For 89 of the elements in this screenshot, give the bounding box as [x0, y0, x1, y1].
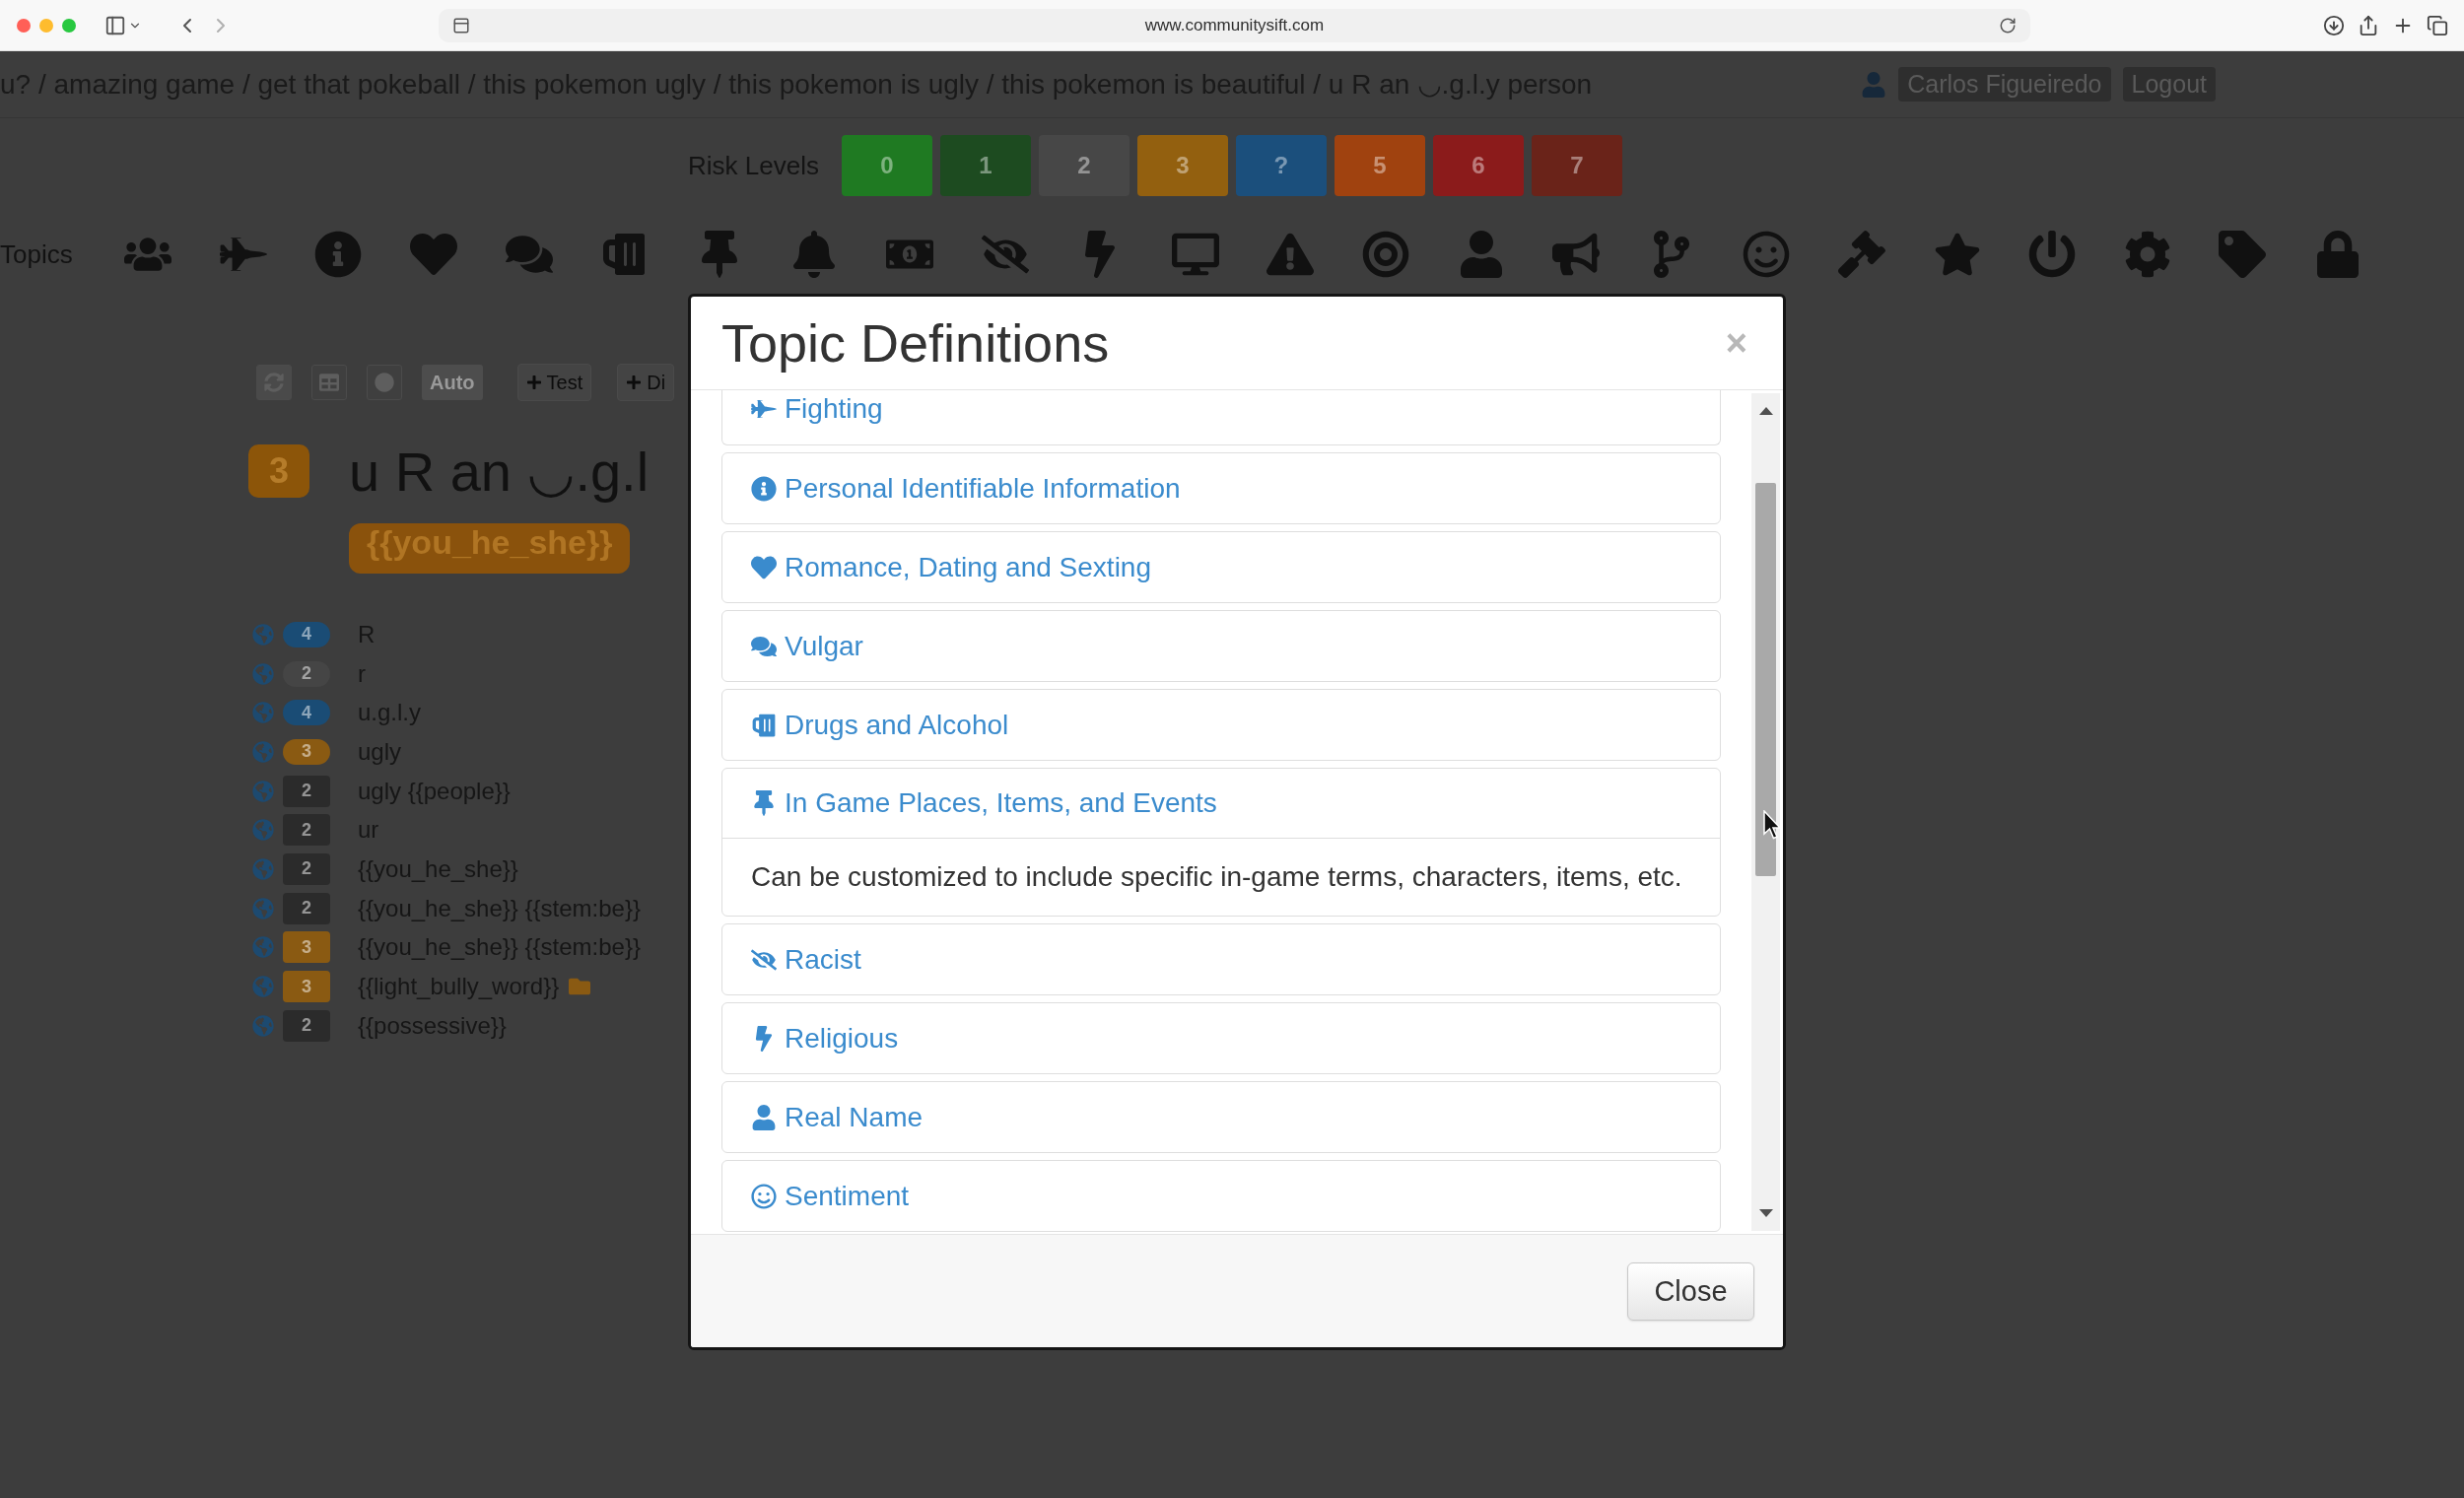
plus-icon	[626, 374, 643, 390]
close-button[interactable]: ×	[1721, 324, 1751, 362]
topic-link[interactable]: Racist	[751, 943, 861, 976]
risk-badge: 2	[283, 1009, 330, 1042]
topic-link[interactable]: Romance, Dating and Sexting	[751, 551, 1151, 583]
circle-icon	[375, 373, 394, 392]
dialog-title: Topic Definitions	[721, 312, 1110, 374]
cursor-icon	[1763, 810, 1781, 840]
close-window-icon[interactable]	[17, 18, 31, 33]
address-bar[interactable]: www.communitysift.com	[439, 8, 2030, 42]
share-icon[interactable]	[2358, 14, 2379, 36]
risk-level-button[interactable]: 5	[1334, 135, 1425, 196]
topic-link[interactable]: Vulgar	[751, 630, 863, 662]
auto-button[interactable]: Auto	[422, 365, 483, 400]
globe-icon	[252, 780, 274, 802]
tabs-icon[interactable]	[2427, 14, 2448, 36]
globe-icon	[252, 819, 274, 842]
refresh-button[interactable]	[256, 365, 292, 400]
minimize-window-icon[interactable]	[39, 18, 53, 33]
user-icon	[751, 1104, 777, 1130]
reload-icon[interactable]	[1999, 16, 2017, 34]
gavel-icon[interactable]	[1838, 231, 1885, 278]
pin-icon	[751, 790, 777, 816]
sidebar-icon[interactable]	[104, 14, 126, 36]
risk-badge: 2	[283, 892, 330, 924]
scrollbar-thumb[interactable]	[1755, 483, 1776, 876]
topic-link[interactable]: Real Name	[751, 1101, 924, 1133]
risk-level-button[interactable]: 1	[939, 135, 1031, 196]
scrollbar[interactable]	[1751, 393, 1780, 1231]
risk-badge: 2	[283, 660, 330, 687]
scroll-up-icon[interactable]	[1758, 407, 1773, 415]
topic-link[interactable]: Sentiment	[751, 1180, 910, 1212]
globe-icon	[252, 740, 274, 763]
mug-icon	[751, 712, 777, 738]
smiley-icon[interactable]	[1743, 231, 1791, 278]
risk-badge: 4	[283, 621, 330, 647]
megaphone-icon[interactable]	[1552, 231, 1601, 278]
globe-icon	[252, 702, 274, 724]
topic-link[interactable]: In Game Places, Items, and Events	[751, 787, 1217, 819]
target-icon[interactable]	[1362, 231, 1409, 278]
globe-icon	[252, 1014, 274, 1037]
tag-icon[interactable]	[2219, 231, 2267, 278]
plus-icon	[525, 374, 542, 390]
info-icon	[751, 475, 777, 502]
risk-badge: 4	[283, 700, 330, 726]
add-button[interactable]: Test	[516, 364, 592, 401]
risk-level-button[interactable]: 3	[1136, 135, 1228, 196]
heart-icon[interactable]	[410, 231, 458, 278]
add-button[interactable]: Di	[617, 364, 675, 401]
circle-button[interactable]	[367, 365, 402, 400]
grid-button[interactable]	[311, 365, 347, 400]
page-icon[interactable]	[452, 16, 470, 34]
topic-link[interactable]: Drugs and Alcohol	[751, 709, 1009, 741]
globe-icon	[252, 662, 274, 685]
risk-badge: 2	[283, 852, 330, 885]
scroll-down-icon[interactable]	[1758, 1209, 1773, 1217]
globe-icon	[252, 623, 274, 646]
heart-icon	[751, 554, 777, 580]
globe-icon	[252, 936, 274, 959]
globe-icon	[252, 976, 274, 998]
risk-badge: 3	[283, 738, 330, 765]
topic-description: Can be customized to include specific in-game terms, characters, items, etc.	[750, 860, 1683, 894]
zoom-window-icon[interactable]	[62, 18, 76, 33]
grid-icon	[319, 373, 339, 392]
risk-badge: 3	[283, 931, 330, 964]
star-icon[interactable]	[1933, 231, 1981, 278]
risk-level-button[interactable]: 7	[1531, 135, 1622, 196]
settings-icon[interactable]	[2123, 231, 2171, 278]
warning-icon[interactable]	[1266, 231, 1315, 278]
monitor-icon[interactable]	[1171, 231, 1219, 278]
risk-level-button[interactable]: 2	[1038, 135, 1129, 196]
topic-link[interactable]: Religious	[751, 1022, 899, 1055]
globe-icon	[252, 857, 274, 880]
globe-icon	[252, 897, 274, 919]
risk-level-button[interactable]: 0	[841, 135, 932, 196]
url-text: www.communitysift.com	[1144, 15, 1325, 35]
topic-link[interactable]: Personal Identifiable Information	[751, 472, 1181, 505]
smiley-icon	[751, 1183, 777, 1209]
user-icon	[1861, 71, 1887, 98]
risk-badge: 2	[283, 814, 330, 847]
risk-level-button[interactable]: 6	[1432, 135, 1524, 196]
close-button[interactable]: Close	[1627, 1261, 1754, 1321]
download-icon[interactable]	[2323, 14, 2345, 36]
topic-link[interactable]: Fighting	[751, 393, 883, 425]
risk-badge: 2	[283, 775, 330, 807]
risk-level-button[interactable]: ?	[1235, 135, 1327, 196]
info-icon[interactable]	[314, 231, 363, 278]
power-icon[interactable]	[2028, 231, 2077, 278]
risk-badge: 3	[283, 971, 330, 1003]
